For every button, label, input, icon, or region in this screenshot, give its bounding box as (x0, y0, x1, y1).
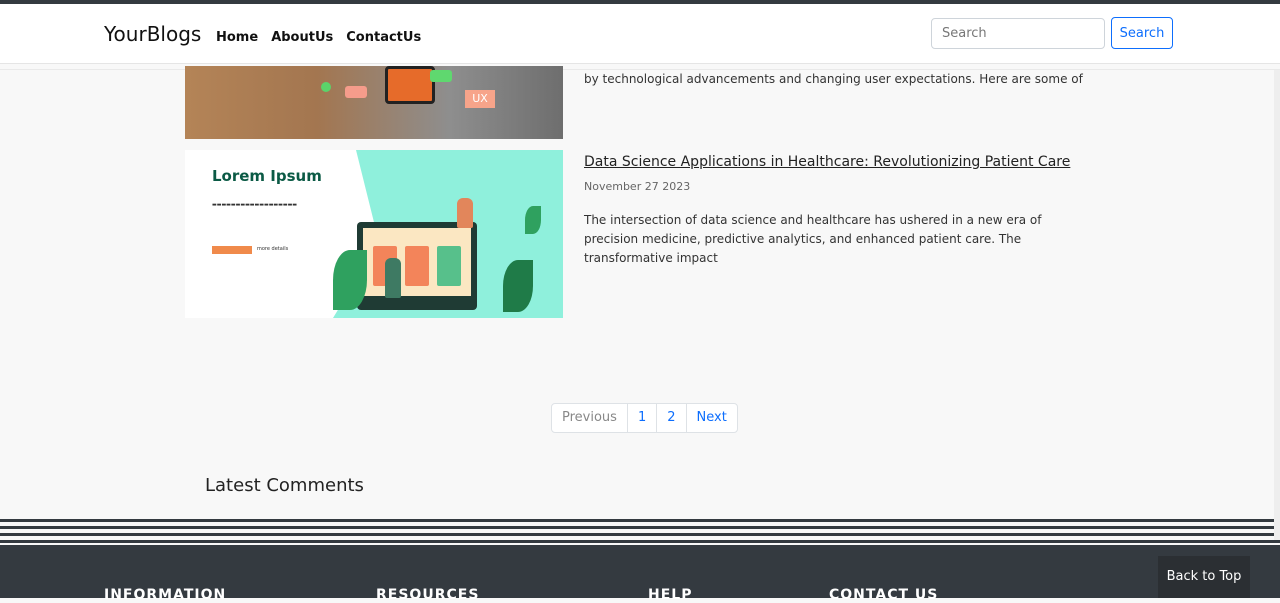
brand-logo[interactable]: YourBlogs (104, 22, 201, 46)
post-image-healthcare[interactable]: Lorem Ipsum ▬▬▬▬▬▬▬▬▬▬▬▬▬▬▬▬▬▬ more deta… (185, 150, 563, 318)
pagination-page-1[interactable]: 1 (628, 404, 658, 432)
footer-heading-contact: CONTACT US (829, 587, 939, 603)
ux-tag: UX (465, 90, 495, 108)
ui-chip (345, 86, 367, 98)
image-body-text: ▬▬▬▬▬▬▬▬▬▬▬▬▬▬▬▬▬▬ (212, 202, 298, 208)
search-button[interactable]: Search (1111, 17, 1173, 49)
monitor-illustration (357, 222, 477, 310)
pagination-page-2[interactable]: 2 (657, 404, 687, 432)
navbar: YourBlogs Home AboutUs ContactUs Search (0, 4, 1280, 64)
nav-contactus[interactable]: ContactUs (346, 30, 421, 45)
pagination-previous[interactable]: Previous (552, 404, 628, 432)
image-heading: Lorem Ipsum (212, 167, 322, 185)
person-illustration (457, 198, 473, 228)
monitor-screen (363, 228, 471, 296)
image-button (212, 246, 252, 254)
leaf-decoration (525, 206, 541, 234)
product-card (405, 246, 429, 286)
post-excerpt: by technological advancements and changi… (584, 72, 1083, 86)
ui-chip (430, 70, 452, 82)
footer-divider (0, 519, 1280, 545)
nav-links: Home AboutUs ContactUs (216, 30, 421, 45)
footer: INFORMATION RESOURCES HELP CONTACT US (0, 545, 1280, 603)
post-excerpt: The intersection of data science and hea… (584, 213, 1042, 265)
leaf-decoration (333, 250, 367, 310)
nav-home[interactable]: Home (216, 30, 258, 45)
footer-heading-information: INFORMATION (104, 587, 227, 603)
latest-comments-heading: Latest Comments (205, 475, 364, 496)
ui-chip (321, 82, 331, 92)
image-link: more details (257, 246, 289, 252)
post-date: November 27 2023 (584, 180, 691, 193)
leaf-decoration (503, 260, 533, 312)
footer-heading-help: HELP (648, 587, 693, 603)
pagination-next[interactable]: Next (687, 404, 737, 432)
scrollbar[interactable] (1274, 70, 1280, 540)
pagination: Previous 1 2 Next (551, 403, 738, 433)
post-title[interactable]: Data Science Applications in Healthcare:… (584, 154, 1070, 170)
phone-illustration (385, 66, 435, 104)
post-image-ux[interactable]: UX (185, 66, 563, 139)
back-to-top-button[interactable]: Back to Top (1158, 556, 1250, 598)
footer-heading-resources: RESOURCES (376, 587, 480, 603)
nav-aboutus[interactable]: AboutUs (271, 30, 333, 45)
search-input[interactable] (931, 18, 1105, 49)
person-illustration (385, 258, 401, 298)
product-card (437, 246, 461, 286)
